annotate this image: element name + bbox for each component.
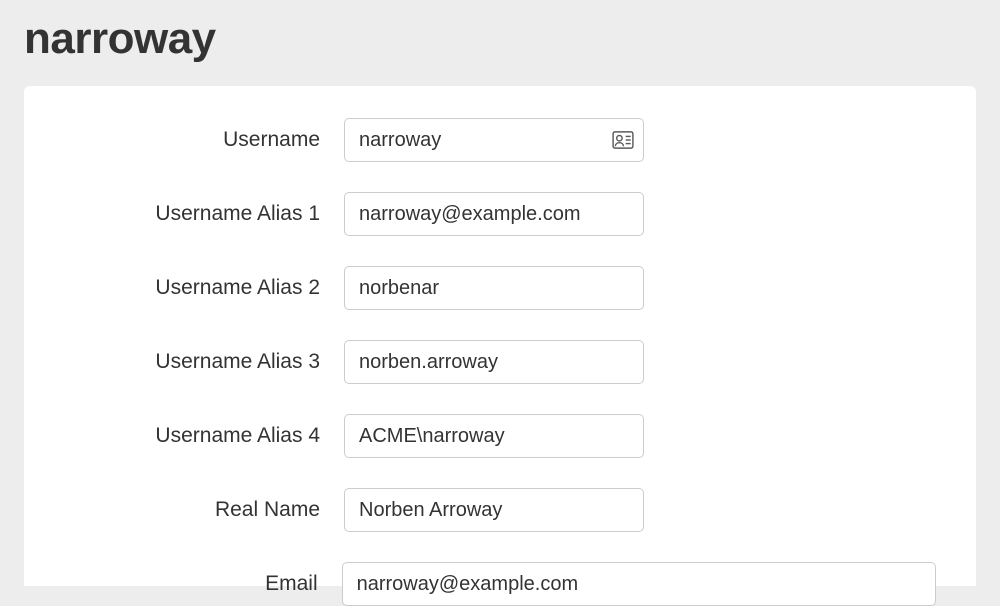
label-alias2: Username Alias 2 [64, 276, 344, 300]
input-wrap-alias3 [344, 340, 644, 384]
row-alias4: Username Alias 4 [64, 414, 936, 458]
user-form-card: Username Username Alias 1 Username Alias… [24, 86, 976, 586]
row-alias3: Username Alias 3 [64, 340, 936, 384]
label-realname: Real Name [64, 498, 344, 522]
realname-input[interactable] [344, 488, 644, 532]
label-alias4: Username Alias 4 [64, 424, 344, 448]
input-wrap-alias1 [344, 192, 644, 236]
input-wrap-alias4 [344, 414, 644, 458]
row-email: Email [64, 562, 936, 606]
row-realname: Real Name [64, 488, 936, 532]
input-wrap-alias2 [344, 266, 644, 310]
label-alias1: Username Alias 1 [64, 202, 344, 226]
page-title: narroway [0, 0, 1000, 86]
input-wrap-realname [344, 488, 644, 532]
input-wrap-email [342, 562, 936, 606]
row-alias1: Username Alias 1 [64, 192, 936, 236]
email-input[interactable] [342, 562, 936, 606]
alias1-input[interactable] [344, 192, 644, 236]
alias4-input[interactable] [344, 414, 644, 458]
row-username: Username [64, 118, 936, 162]
label-email: Email [64, 572, 342, 596]
label-username: Username [64, 128, 344, 152]
username-input[interactable] [344, 118, 644, 162]
alias2-input[interactable] [344, 266, 644, 310]
input-wrap-username [344, 118, 644, 162]
row-alias2: Username Alias 2 [64, 266, 936, 310]
label-alias3: Username Alias 3 [64, 350, 344, 374]
alias3-input[interactable] [344, 340, 644, 384]
